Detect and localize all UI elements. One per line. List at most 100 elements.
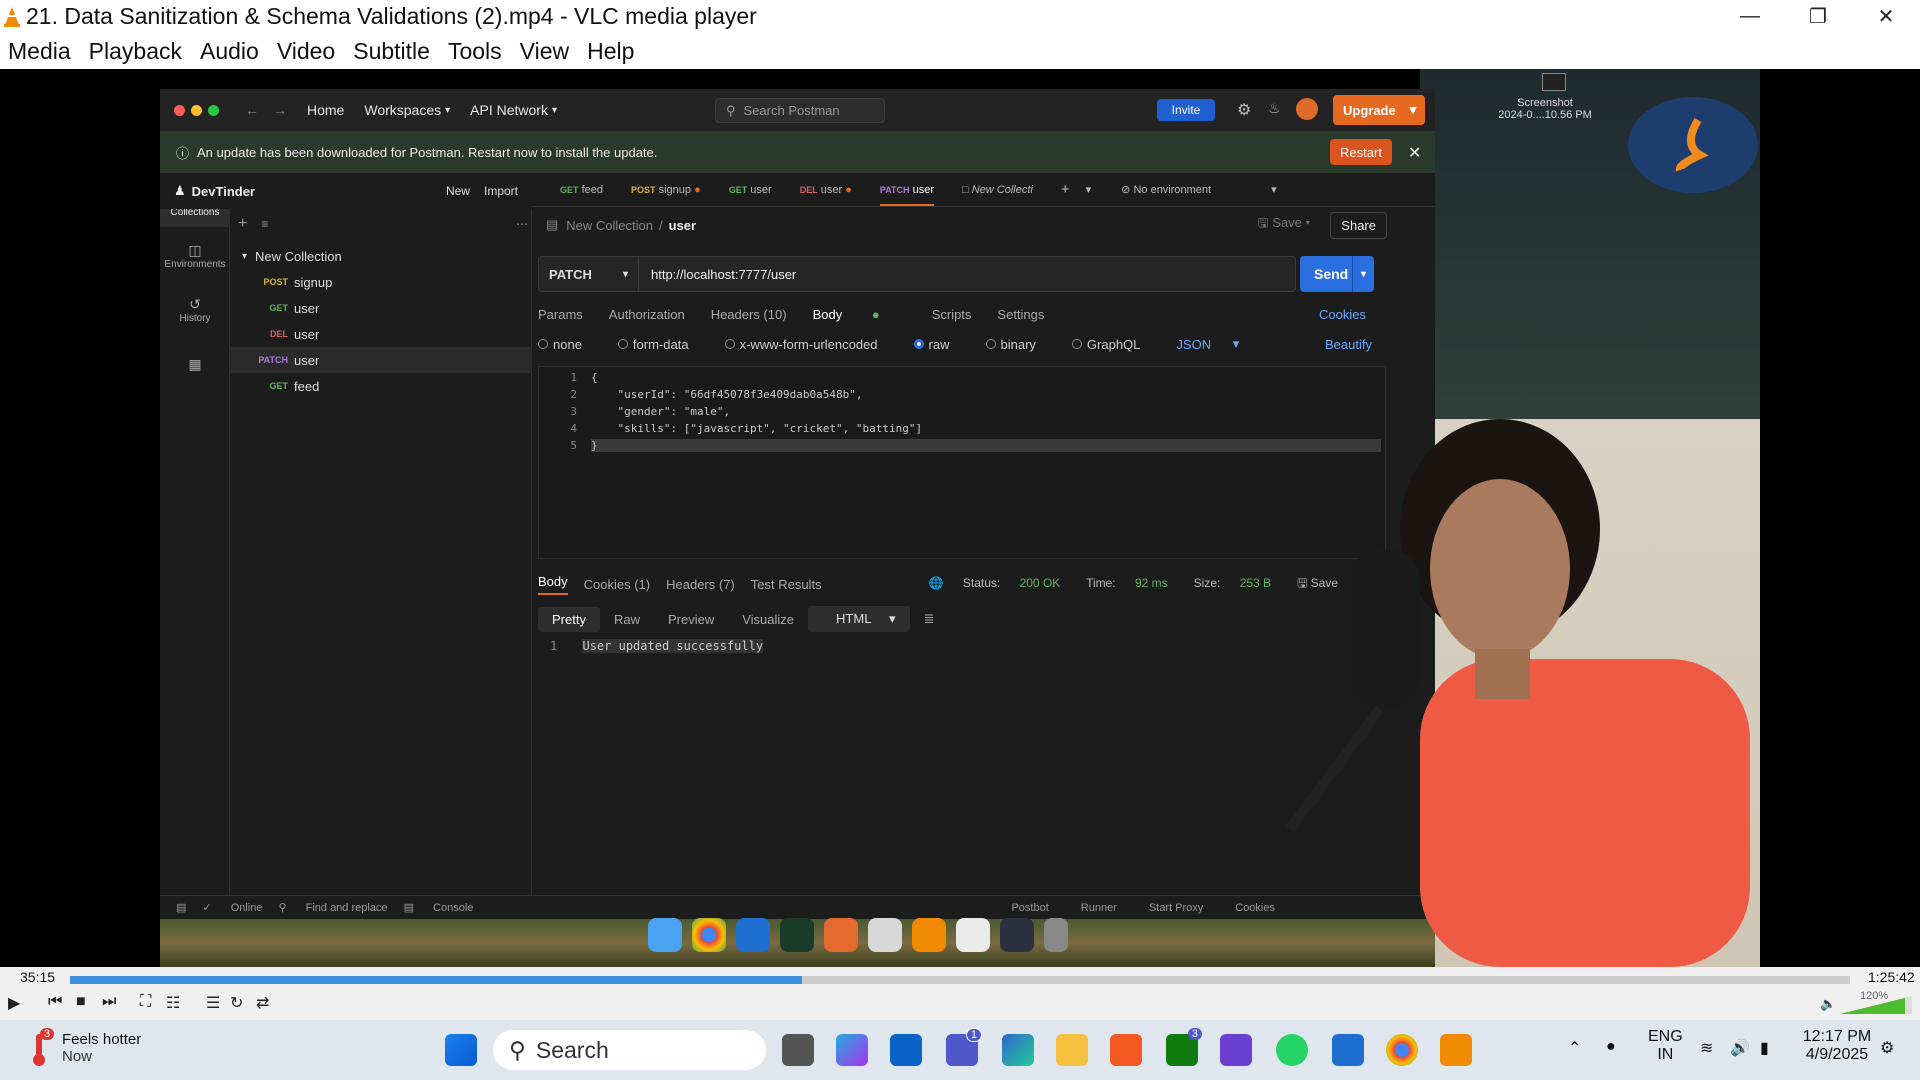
view-visualize[interactable]: Visualize xyxy=(728,607,808,632)
loop-icon[interactable]: ↻ xyxy=(230,993,243,1013)
footer-online[interactable]: ✓ Online xyxy=(202,901,262,914)
upgrade-button[interactable]: Upgrade ▾ xyxy=(1333,95,1425,125)
cookies-link[interactable]: Cookies xyxy=(1319,307,1366,322)
menu-media[interactable]: Media xyxy=(8,38,71,65)
video-frame[interactable]: Screenshot 2024-0....10.56 PM ← → Home W… xyxy=(0,69,1920,967)
nav-home[interactable]: Home xyxy=(307,102,344,118)
taskbar-search[interactable]: ⚲ Search xyxy=(493,1030,766,1070)
tree-item-post-signup[interactable]: POST signup xyxy=(230,269,532,295)
fullscreen-icon[interactable]: ⛶ xyxy=(140,993,151,1011)
tab-settings[interactable]: Settings xyxy=(997,307,1044,322)
method-select[interactable]: PATCH ▾ xyxy=(539,257,639,291)
postman-icon[interactable] xyxy=(824,918,858,952)
tab-scripts[interactable]: Scripts xyxy=(932,307,972,322)
radio-graphql[interactable]: GraphQL xyxy=(1071,337,1158,352)
restart-button[interactable]: Restart xyxy=(1330,139,1392,165)
invite-button[interactable]: Invite xyxy=(1157,99,1215,121)
vscode-icon[interactable] xyxy=(736,918,770,952)
view-pretty[interactable]: Pretty xyxy=(538,606,600,632)
close-icon[interactable]: ✕ xyxy=(1852,0,1920,33)
mongodb-icon[interactable] xyxy=(780,918,814,952)
menu-subtitle[interactable]: Subtitle xyxy=(353,38,430,65)
seek-bar[interactable] xyxy=(70,976,1850,984)
tab-get-feed[interactable]: GET feed xyxy=(560,184,603,196)
windows-start-icon[interactable] xyxy=(445,1034,477,1066)
trash-icon[interactable] xyxy=(1044,918,1068,952)
tab-response-headers[interactable]: Headers (7) xyxy=(666,577,735,592)
radio-form-data[interactable]: form-data xyxy=(617,337,707,352)
speaker-icon[interactable]: 🔊 xyxy=(1730,1038,1750,1058)
search-input[interactable]: ⚲ Search Postman xyxy=(715,98,885,123)
footer-postbot[interactable]: Postbot xyxy=(995,902,1048,914)
outlook-icon[interactable] xyxy=(890,1034,922,1066)
notification-area-icon[interactable]: ● xyxy=(1606,1038,1616,1056)
radio-none[interactable]: none xyxy=(538,337,600,352)
minimize-dot-icon[interactable] xyxy=(191,104,202,116)
url-input[interactable]: http://localhost:7777/user xyxy=(639,267,796,282)
gear-icon[interactable]: ⚙ xyxy=(1237,100,1251,120)
filter-icon[interactable]: ≡ xyxy=(261,217,268,231)
brave-icon[interactable] xyxy=(1110,1034,1142,1066)
back-arrow-icon[interactable]: ← xyxy=(245,102,259,118)
tab-get-user[interactable]: GET user xyxy=(729,184,772,196)
beautify-link[interactable]: Beautify xyxy=(1325,337,1372,352)
chevron-down-icon[interactable]: ▾ xyxy=(1271,183,1277,196)
tab-response-body[interactable]: Body xyxy=(538,574,568,595)
teams-icon[interactable]: 1 xyxy=(946,1028,982,1066)
menu-tools[interactable]: Tools xyxy=(448,38,502,65)
app-icon[interactable] xyxy=(1220,1034,1252,1066)
new-tab-plus-icon[interactable]: + xyxy=(1061,181,1070,198)
clapper-icon[interactable] xyxy=(868,918,902,952)
bell-icon[interactable]: ♨ xyxy=(1268,100,1281,117)
tab-authorization[interactable]: Authorization xyxy=(609,307,685,322)
new-button[interactable]: New xyxy=(446,184,470,198)
sidebar-toggle-icon[interactable]: ▤ xyxy=(176,901,186,914)
textedit-icon[interactable] xyxy=(956,918,990,952)
footer-find-replace[interactable]: ⚲ Find and replace xyxy=(278,901,387,914)
next-icon[interactable]: ⏭ xyxy=(102,993,116,1011)
xbox-icon[interactable]: 3 xyxy=(1166,1028,1202,1066)
shuffle-icon[interactable]: ⇄ xyxy=(256,993,269,1013)
nav-workspaces[interactable]: Workspaces xyxy=(364,102,441,118)
settings-gear-icon[interactable]: ⚙ xyxy=(1880,1038,1894,1058)
language-indicator[interactable]: ENG IN xyxy=(1648,1028,1683,1064)
view-preview[interactable]: Preview xyxy=(654,607,728,632)
whatsapp-icon[interactable] xyxy=(1276,1034,1308,1066)
body-editor[interactable]: 1 2 3 4 5 { "userId": "66df45078f3e409da… xyxy=(538,366,1386,559)
menu-playback[interactable]: Playback xyxy=(89,38,182,65)
tab-test-results[interactable]: Test Results xyxy=(751,577,822,592)
battery-icon[interactable]: ▮ xyxy=(1760,1038,1769,1058)
minimize-icon[interactable]: — xyxy=(1716,0,1784,33)
menu-video[interactable]: Video xyxy=(277,38,335,65)
vlc-icon[interactable] xyxy=(1440,1034,1472,1066)
tab-patch-user[interactable]: PATCH user xyxy=(879,184,935,206)
finder-icon[interactable] xyxy=(648,918,682,952)
tree-item-get-feed[interactable]: GET feed xyxy=(230,373,532,399)
tab-headers[interactable]: Headers (10) xyxy=(711,307,787,322)
playlist-icon[interactable]: ☰ xyxy=(206,993,220,1013)
sidebar-item-environments[interactable]: ◫ Environments xyxy=(160,231,230,281)
tab-body[interactable]: Body ● xyxy=(813,307,906,322)
sidebar-item-more[interactable]: ▦ xyxy=(160,339,230,389)
menu-help[interactable]: Help xyxy=(587,38,634,65)
chrome-icon[interactable] xyxy=(1386,1034,1418,1066)
chevron-down-icon[interactable]: ▾ xyxy=(1086,183,1092,196)
previous-icon[interactable]: ⏮ xyxy=(48,993,62,1011)
radio-binary[interactable]: binary xyxy=(985,337,1054,352)
volume-slider[interactable]: 🔈 120% xyxy=(1820,990,1912,1016)
send-button[interactable]: Send ▾ xyxy=(1300,256,1374,292)
task-view-icon[interactable] xyxy=(782,1034,814,1066)
tree-item-get-user[interactable]: GET user xyxy=(230,295,532,321)
avatar[interactable] xyxy=(1296,98,1318,120)
response-format-select[interactable]: HTML ▾ xyxy=(808,606,910,632)
tree-item-patch-user[interactable]: PATCH user xyxy=(230,347,532,373)
tab-response-cookies[interactable]: Cookies (1) xyxy=(584,577,650,592)
vscode-icon[interactable] xyxy=(1332,1034,1364,1066)
breadcrumb-collection[interactable]: New Collection xyxy=(566,218,653,233)
footer-cookies[interactable]: Cookies xyxy=(1219,902,1275,914)
radio-raw[interactable]: raw xyxy=(913,337,968,352)
environment-select[interactable]: ⊘ No environment xyxy=(1121,183,1211,196)
zoom-dot-icon[interactable] xyxy=(208,104,219,116)
save-button[interactable]: 🖫 Save ▾ xyxy=(1258,214,1311,236)
tab-new-collection[interactable]: □ New Collecti xyxy=(962,184,1033,196)
